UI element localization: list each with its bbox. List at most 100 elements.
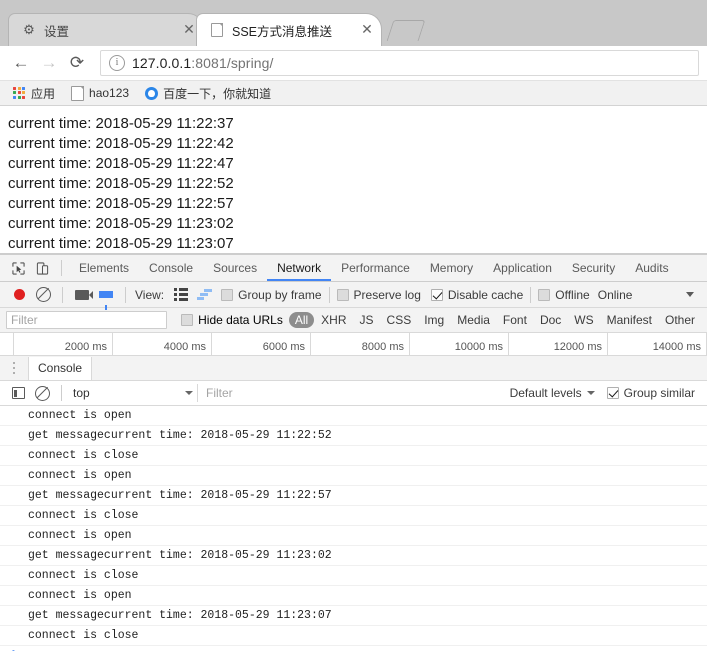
console-levels-select[interactable]: Default levels	[510, 386, 595, 400]
view-label: View:	[135, 287, 165, 302]
chevron-down-icon[interactable]	[686, 292, 694, 297]
console-context-select[interactable]: top	[69, 386, 197, 400]
devtools-tab-elements[interactable]: Elements	[69, 255, 139, 281]
close-icon[interactable]: ✕	[359, 22, 375, 38]
bookmark-baidu[interactable]: 百度一下，你就知道	[138, 83, 278, 104]
console-message: connect is close	[0, 626, 707, 646]
ruler-gutter	[0, 333, 14, 355]
console-message-list[interactable]: connect is open get messagecurrent time:…	[0, 406, 707, 651]
ruler-tick: 2000 ms	[14, 333, 113, 355]
page-icon	[71, 85, 85, 101]
console-message: get messagecurrent time: 2018-05-29 11:2…	[0, 606, 707, 626]
filter-type-media[interactable]: Media	[451, 312, 496, 328]
network-filter-bar: Filter Hide data URLs All XHR JS CSS Img…	[0, 308, 707, 333]
preserve-log-label: Preserve log	[353, 287, 421, 302]
divider	[328, 286, 330, 303]
console-input-prompt[interactable]: ❯	[0, 646, 707, 651]
browser-toolbar: ← → ⟳ i 127.0.0.1:8081/spring/	[0, 46, 707, 80]
network-toolbar: View: Group by frame Preserve log Disabl…	[0, 282, 707, 310]
back-icon[interactable]: ←	[8, 50, 34, 76]
filter-type-manifest[interactable]: Manifest	[601, 312, 658, 328]
preserve-log-checkbox[interactable]: Preserve log	[336, 287, 421, 302]
devtools-tab-security[interactable]: Security	[562, 255, 625, 281]
group-by-frame-label: Group by frame	[238, 287, 322, 302]
drawer-tabbar: Console	[0, 356, 707, 381]
reload-icon[interactable]: ⟳	[64, 50, 90, 76]
filter-type-js[interactable]: JS	[354, 312, 380, 328]
offline-label: Offline	[555, 287, 590, 302]
ruler-ticks: 2000 ms 4000 ms 6000 ms 8000 ms 10000 ms…	[14, 333, 707, 355]
console-sidebar-icon[interactable]	[6, 382, 30, 404]
hide-data-urls-checkbox[interactable]: Hide data URLs	[181, 313, 283, 327]
offline-checkbox[interactable]: Offline	[538, 287, 590, 302]
console-message: connect is open	[0, 526, 707, 546]
devtools-tab-memory[interactable]: Memory	[420, 255, 483, 281]
bookmark-hao123[interactable]: hao123	[64, 84, 136, 103]
devtools-tab-sources[interactable]: Sources	[203, 255, 267, 281]
page-line: current time: 2018-05-29 11:22:47	[8, 155, 234, 172]
address-bar[interactable]: i 127.0.0.1:8081/spring/	[100, 49, 699, 76]
devtools-panel: Elements Console Sources Network Perform…	[0, 254, 707, 651]
new-tab-button[interactable]	[386, 20, 426, 44]
list-view-icon[interactable]	[169, 284, 193, 306]
device-toolbar-icon[interactable]	[30, 257, 54, 279]
filter-type-font[interactable]: Font	[497, 312, 533, 328]
info-icon[interactable]: i	[109, 54, 125, 71]
throttling-value[interactable]: Online	[598, 288, 633, 302]
filter-type-xhr[interactable]: XHR	[315, 312, 352, 328]
page-line: current time: 2018-05-29 11:23:07	[8, 235, 234, 252]
browser-tab-sse[interactable]: SSE方式消息推送 ✕	[196, 13, 382, 46]
ruler-tick: 4000 ms	[113, 333, 212, 355]
ruler-tick: 6000 ms	[212, 333, 311, 355]
funnel-icon[interactable]	[94, 284, 118, 310]
network-timeline-ruler: 2000 ms 4000 ms 6000 ms 8000 ms 10000 ms…	[0, 333, 707, 356]
clear-button[interactable]	[31, 284, 55, 306]
ruler-tick: 8000 ms	[311, 333, 410, 355]
more-options-icon[interactable]	[6, 359, 22, 377]
divider	[61, 385, 62, 401]
url-host: 127.0.0.1	[132, 54, 192, 71]
devtools-tab-audits[interactable]: Audits	[625, 255, 678, 281]
devtools-tab-network[interactable]: Network	[267, 255, 332, 281]
filter-type-other[interactable]: Other	[659, 312, 701, 328]
bookmark-apps[interactable]: 应用	[6, 83, 62, 104]
chevron-down-icon	[185, 391, 193, 395]
bookmarks-bar: 应用 hao123 百度一下，你就知道	[0, 80, 707, 106]
drawer-tab-console[interactable]: Console	[28, 356, 93, 380]
page-line: current time: 2018-05-29 11:22:37	[8, 115, 234, 132]
clear-console-icon[interactable]	[30, 382, 54, 404]
disable-cache-checkbox[interactable]: Disable cache	[430, 287, 524, 302]
page-line: current time: 2018-05-29 11:23:02	[8, 215, 234, 232]
disable-cache-label: Disable cache	[447, 287, 524, 302]
filter-type-img[interactable]: Img	[418, 312, 450, 328]
filter-type-all[interactable]: All	[288, 312, 315, 328]
chevron-down-icon	[586, 391, 595, 395]
browser-tab-title: SSE方式消息推送	[232, 24, 333, 39]
filter-type-doc[interactable]: Doc	[534, 312, 567, 328]
forward-icon[interactable]: →	[36, 50, 62, 76]
record-button[interactable]	[7, 284, 31, 306]
filter-type-css[interactable]: CSS	[381, 312, 418, 328]
devtools-tab-performance[interactable]: Performance	[331, 255, 420, 281]
inspect-element-icon[interactable]	[6, 257, 30, 279]
browser-tab-settings[interactable]: ⚙ 设置 ✕	[8, 13, 204, 46]
group-by-frame-checkbox[interactable]: Group by frame	[221, 287, 322, 302]
checkbox-box	[606, 387, 619, 399]
ruler-tick: 14000 ms	[608, 333, 707, 355]
waterfall-view-icon[interactable]	[193, 284, 217, 306]
console-toolbar: top Filter Default levels Group similar	[0, 381, 707, 406]
network-filter-input[interactable]: Filter	[6, 311, 168, 329]
devtools-tab-application[interactable]: Application	[483, 255, 562, 281]
page-icon	[209, 22, 225, 38]
filter-type-ws[interactable]: WS	[568, 312, 599, 328]
devtools-tab-console[interactable]: Console	[139, 255, 203, 281]
divider	[125, 286, 126, 303]
browser-window: ⚙ 设置 ✕ SSE方式消息推送 ✕ ← → ⟳ i 127.0.0.1:808…	[0, 0, 707, 656]
close-icon[interactable]: ✕	[181, 22, 197, 38]
gear-icon: ⚙	[23, 22, 35, 37]
camera-icon[interactable]	[70, 284, 94, 306]
hide-data-urls-label: Hide data URLs	[198, 313, 283, 327]
address-bar-url: 127.0.0.1:8081/spring/	[132, 55, 274, 71]
group-similar-checkbox[interactable]: Group similar	[606, 386, 695, 400]
console-filter-input[interactable]: Filter	[197, 384, 500, 402]
